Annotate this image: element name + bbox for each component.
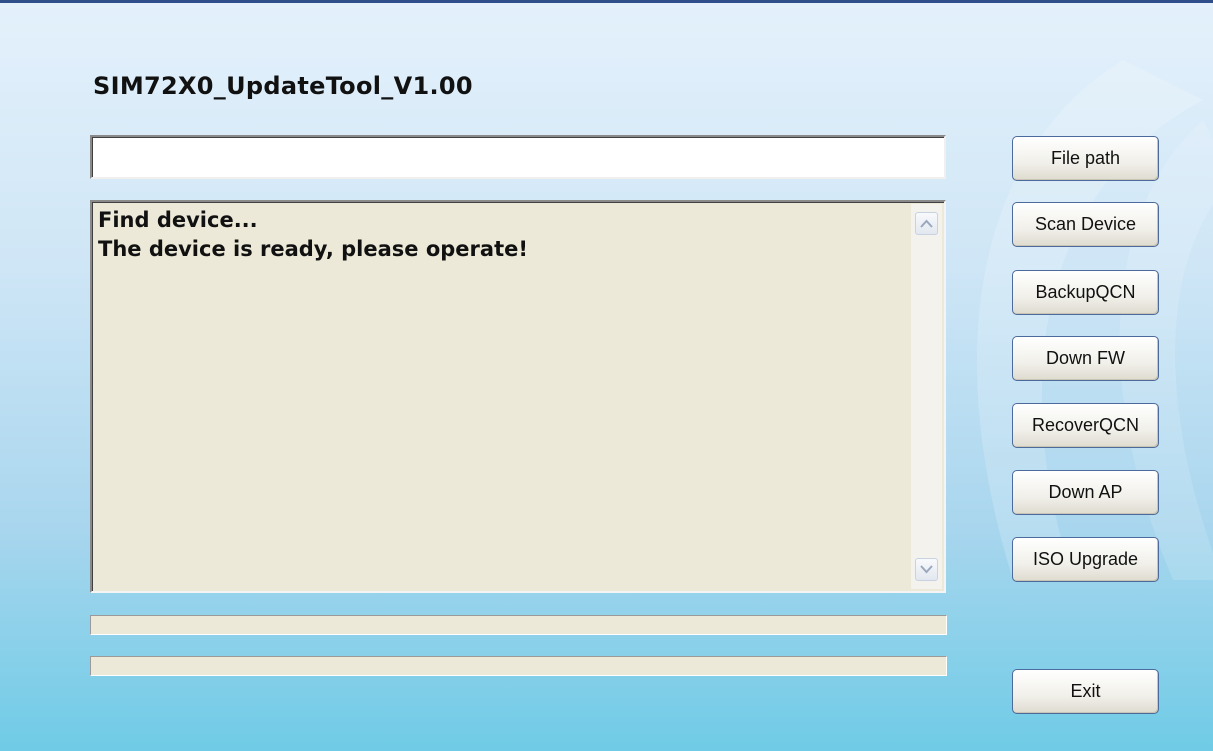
chevron-up-icon[interactable]	[915, 212, 938, 235]
exit-button[interactable]: Exit	[1012, 669, 1159, 714]
down-ap-button[interactable]: Down AP	[1012, 470, 1159, 515]
recover-qcn-button[interactable]: RecoverQCN	[1012, 403, 1159, 448]
window-top-border	[0, 0, 1213, 3]
file-path-button[interactable]: File path	[1012, 136, 1159, 181]
progress-bar-1	[90, 615, 947, 635]
update-tool-window: SIM72X0_UpdateTool_V1.00 Find device... …	[0, 0, 1213, 751]
progress-bar-2	[90, 656, 947, 676]
log-output[interactable]: Find device... The device is ready, plea…	[90, 200, 946, 593]
down-fw-button[interactable]: Down FW	[1012, 336, 1159, 381]
app-title: SIM72X0_UpdateTool_V1.00	[93, 72, 473, 100]
chevron-down-icon[interactable]	[915, 558, 938, 581]
log-scrollbar[interactable]	[911, 204, 942, 589]
scan-device-button[interactable]: Scan Device	[1012, 202, 1159, 247]
file-path-input[interactable]	[90, 135, 946, 179]
log-text: Find device... The device is ready, plea…	[98, 206, 898, 264]
backup-qcn-button[interactable]: BackupQCN	[1012, 270, 1159, 315]
log-line: The device is ready, please operate!	[98, 237, 528, 261]
log-line: Find device...	[98, 208, 258, 232]
iso-upgrade-button[interactable]: ISO Upgrade	[1012, 537, 1159, 582]
